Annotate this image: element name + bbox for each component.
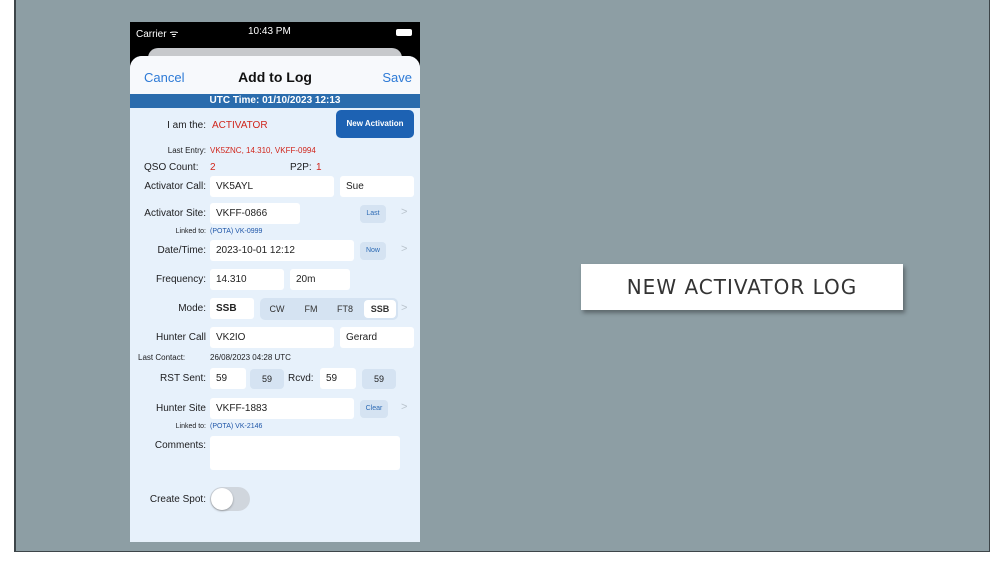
chevron-right-icon[interactable]: > bbox=[401, 243, 407, 255]
mode-label: Mode: bbox=[178, 303, 206, 314]
last-contact-label: Last Contact: bbox=[138, 353, 186, 362]
datetime-input[interactable]: 2023-10-01 12:12 bbox=[210, 240, 354, 261]
hunter-call-label: Hunter Call bbox=[155, 332, 206, 343]
hunter-site-label: Hunter Site bbox=[155, 403, 206, 414]
hunter-site-row: Hunter Site VKFF-1883 Clear > bbox=[130, 398, 420, 420]
carrier-label: Carrier ᯤ bbox=[136, 29, 179, 40]
hunter-call-row: Hunter Call VK2IO Gerard bbox=[130, 327, 420, 349]
qso-count-label: QSO Count: bbox=[144, 162, 199, 173]
activator-site-input[interactable]: VKFF-0866 bbox=[210, 203, 300, 224]
frequency-label: Frequency: bbox=[155, 274, 206, 285]
hunter-call-input[interactable]: VK2IO bbox=[210, 327, 334, 348]
activator-site-row: Activator Site: VKFF-0866 Last > bbox=[130, 203, 420, 225]
activator-linked-value: (POTA) VK-0999 bbox=[210, 228, 263, 235]
page-title: Add to Log bbox=[238, 69, 312, 85]
status-time: 10:43 PM bbox=[248, 26, 291, 37]
band-input[interactable]: 20m bbox=[290, 269, 350, 290]
activator-linked-row: Linked to: (POTA) VK-0999 bbox=[130, 228, 420, 238]
mode-option-ssb[interactable]: SSB bbox=[364, 300, 396, 318]
activator-call-label: Activator Call: bbox=[144, 181, 206, 192]
new-activation-button[interactable]: New Activation bbox=[336, 110, 414, 138]
frequency-row: Frequency: 14.310 20m bbox=[130, 269, 420, 291]
activator-name-input[interactable]: Sue bbox=[340, 176, 414, 197]
hunter-linked-label: Linked to: bbox=[175, 423, 206, 430]
mode-input[interactable]: SSB bbox=[210, 298, 254, 319]
frequency-input[interactable]: 14.310 bbox=[210, 269, 284, 290]
create-spot-toggle[interactable] bbox=[210, 487, 250, 511]
datetime-label: Date/Time: bbox=[157, 245, 206, 256]
chevron-right-icon[interactable]: > bbox=[401, 206, 407, 218]
comments-label: Comments: bbox=[154, 440, 206, 451]
rst-rcvd-label: Rcvd: bbox=[288, 373, 314, 384]
hunter-name-input[interactable]: Gerard bbox=[340, 327, 414, 348]
comments-input[interactable] bbox=[210, 436, 400, 470]
last-entry-label: Last Entry: bbox=[167, 146, 206, 155]
add-to-log-sheet: Cancel Add to Log Save UTC Time: 01/10/2… bbox=[130, 56, 420, 542]
utc-time-banner: UTC Time: 01/10/2023 12:13 bbox=[130, 94, 420, 108]
now-button[interactable]: Now bbox=[360, 242, 386, 260]
role-label: I am the: bbox=[167, 120, 206, 131]
save-button[interactable]: Save bbox=[382, 70, 412, 85]
comments-row: Comments: bbox=[130, 436, 420, 470]
mode-row: Mode: SSB CW FM FT8 SSB > bbox=[130, 298, 420, 320]
hunter-linked-value: (POTA) VK-2146 bbox=[210, 423, 263, 430]
create-spot-label: Create Spot: bbox=[149, 494, 206, 505]
rst-rcvd-input[interactable]: 59 bbox=[320, 368, 356, 389]
mode-segmented-control: CW FM FT8 SSB bbox=[260, 298, 398, 320]
datetime-row: Date/Time: 2023-10-01 12:12 Now > bbox=[130, 240, 420, 262]
create-spot-row: Create Spot: bbox=[130, 486, 420, 512]
last-entry-value: VK5ZNC, 14.310, VKFF-0994 bbox=[210, 146, 316, 155]
battery-icon bbox=[396, 29, 412, 36]
rst-sent-label: RST Sent: bbox=[160, 373, 206, 384]
rst-row: RST Sent: 59 59 Rcvd: 59 59 bbox=[130, 368, 420, 390]
qso-count-value: 2 bbox=[210, 162, 216, 173]
mode-option-fm[interactable]: FM bbox=[294, 298, 328, 320]
mode-option-cw[interactable]: CW bbox=[260, 298, 294, 320]
last-contact-row: Last Contact: 26/08/2023 04:28 UTC bbox=[130, 353, 420, 365]
chevron-right-icon[interactable]: > bbox=[401, 302, 407, 314]
last-contact-value: 26/08/2023 04:28 UTC bbox=[210, 353, 291, 362]
activator-call-row: Activator Call: VK5AYL Sue bbox=[130, 176, 420, 198]
activator-site-label: Activator Site: bbox=[144, 208, 206, 219]
p2p-value: 1 bbox=[316, 162, 322, 173]
rst-sent-button[interactable]: 59 bbox=[250, 369, 284, 389]
slide-banner: NEW ACTIVATOR LOG bbox=[581, 264, 903, 310]
nav-bar: Cancel Add to Log Save bbox=[130, 56, 420, 94]
activator-call-input[interactable]: VK5AYL bbox=[210, 176, 334, 197]
role-row: I am the: ACTIVATOR New Activation bbox=[130, 110, 420, 140]
hunter-linked-row: Linked to: (POTA) VK-2146 bbox=[130, 423, 420, 433]
last-entry-row: Last Entry: VK5ZNC, 14.310, VKFF-0994 bbox=[130, 146, 420, 160]
clear-button[interactable]: Clear bbox=[360, 400, 388, 418]
hunter-site-input[interactable]: VKFF-1883 bbox=[210, 398, 354, 419]
phone-screen: Carrier ᯤ 10:43 PM Cancel Add to Log Sav… bbox=[130, 22, 420, 542]
mode-option-ft8[interactable]: FT8 bbox=[328, 298, 362, 320]
rst-rcvd-button[interactable]: 59 bbox=[362, 369, 396, 389]
role-value: ACTIVATOR bbox=[212, 120, 268, 131]
toggle-knob bbox=[211, 488, 233, 510]
rst-sent-input[interactable]: 59 bbox=[210, 368, 246, 389]
status-bar: Carrier ᯤ 10:43 PM bbox=[130, 22, 420, 44]
count-row: QSO Count: 2 P2P: 1 bbox=[130, 162, 420, 176]
p2p-label: P2P: bbox=[290, 162, 312, 173]
last-button[interactable]: Last bbox=[360, 205, 386, 223]
activator-linked-label: Linked to: bbox=[175, 228, 206, 235]
chevron-right-icon[interactable]: > bbox=[401, 401, 407, 413]
